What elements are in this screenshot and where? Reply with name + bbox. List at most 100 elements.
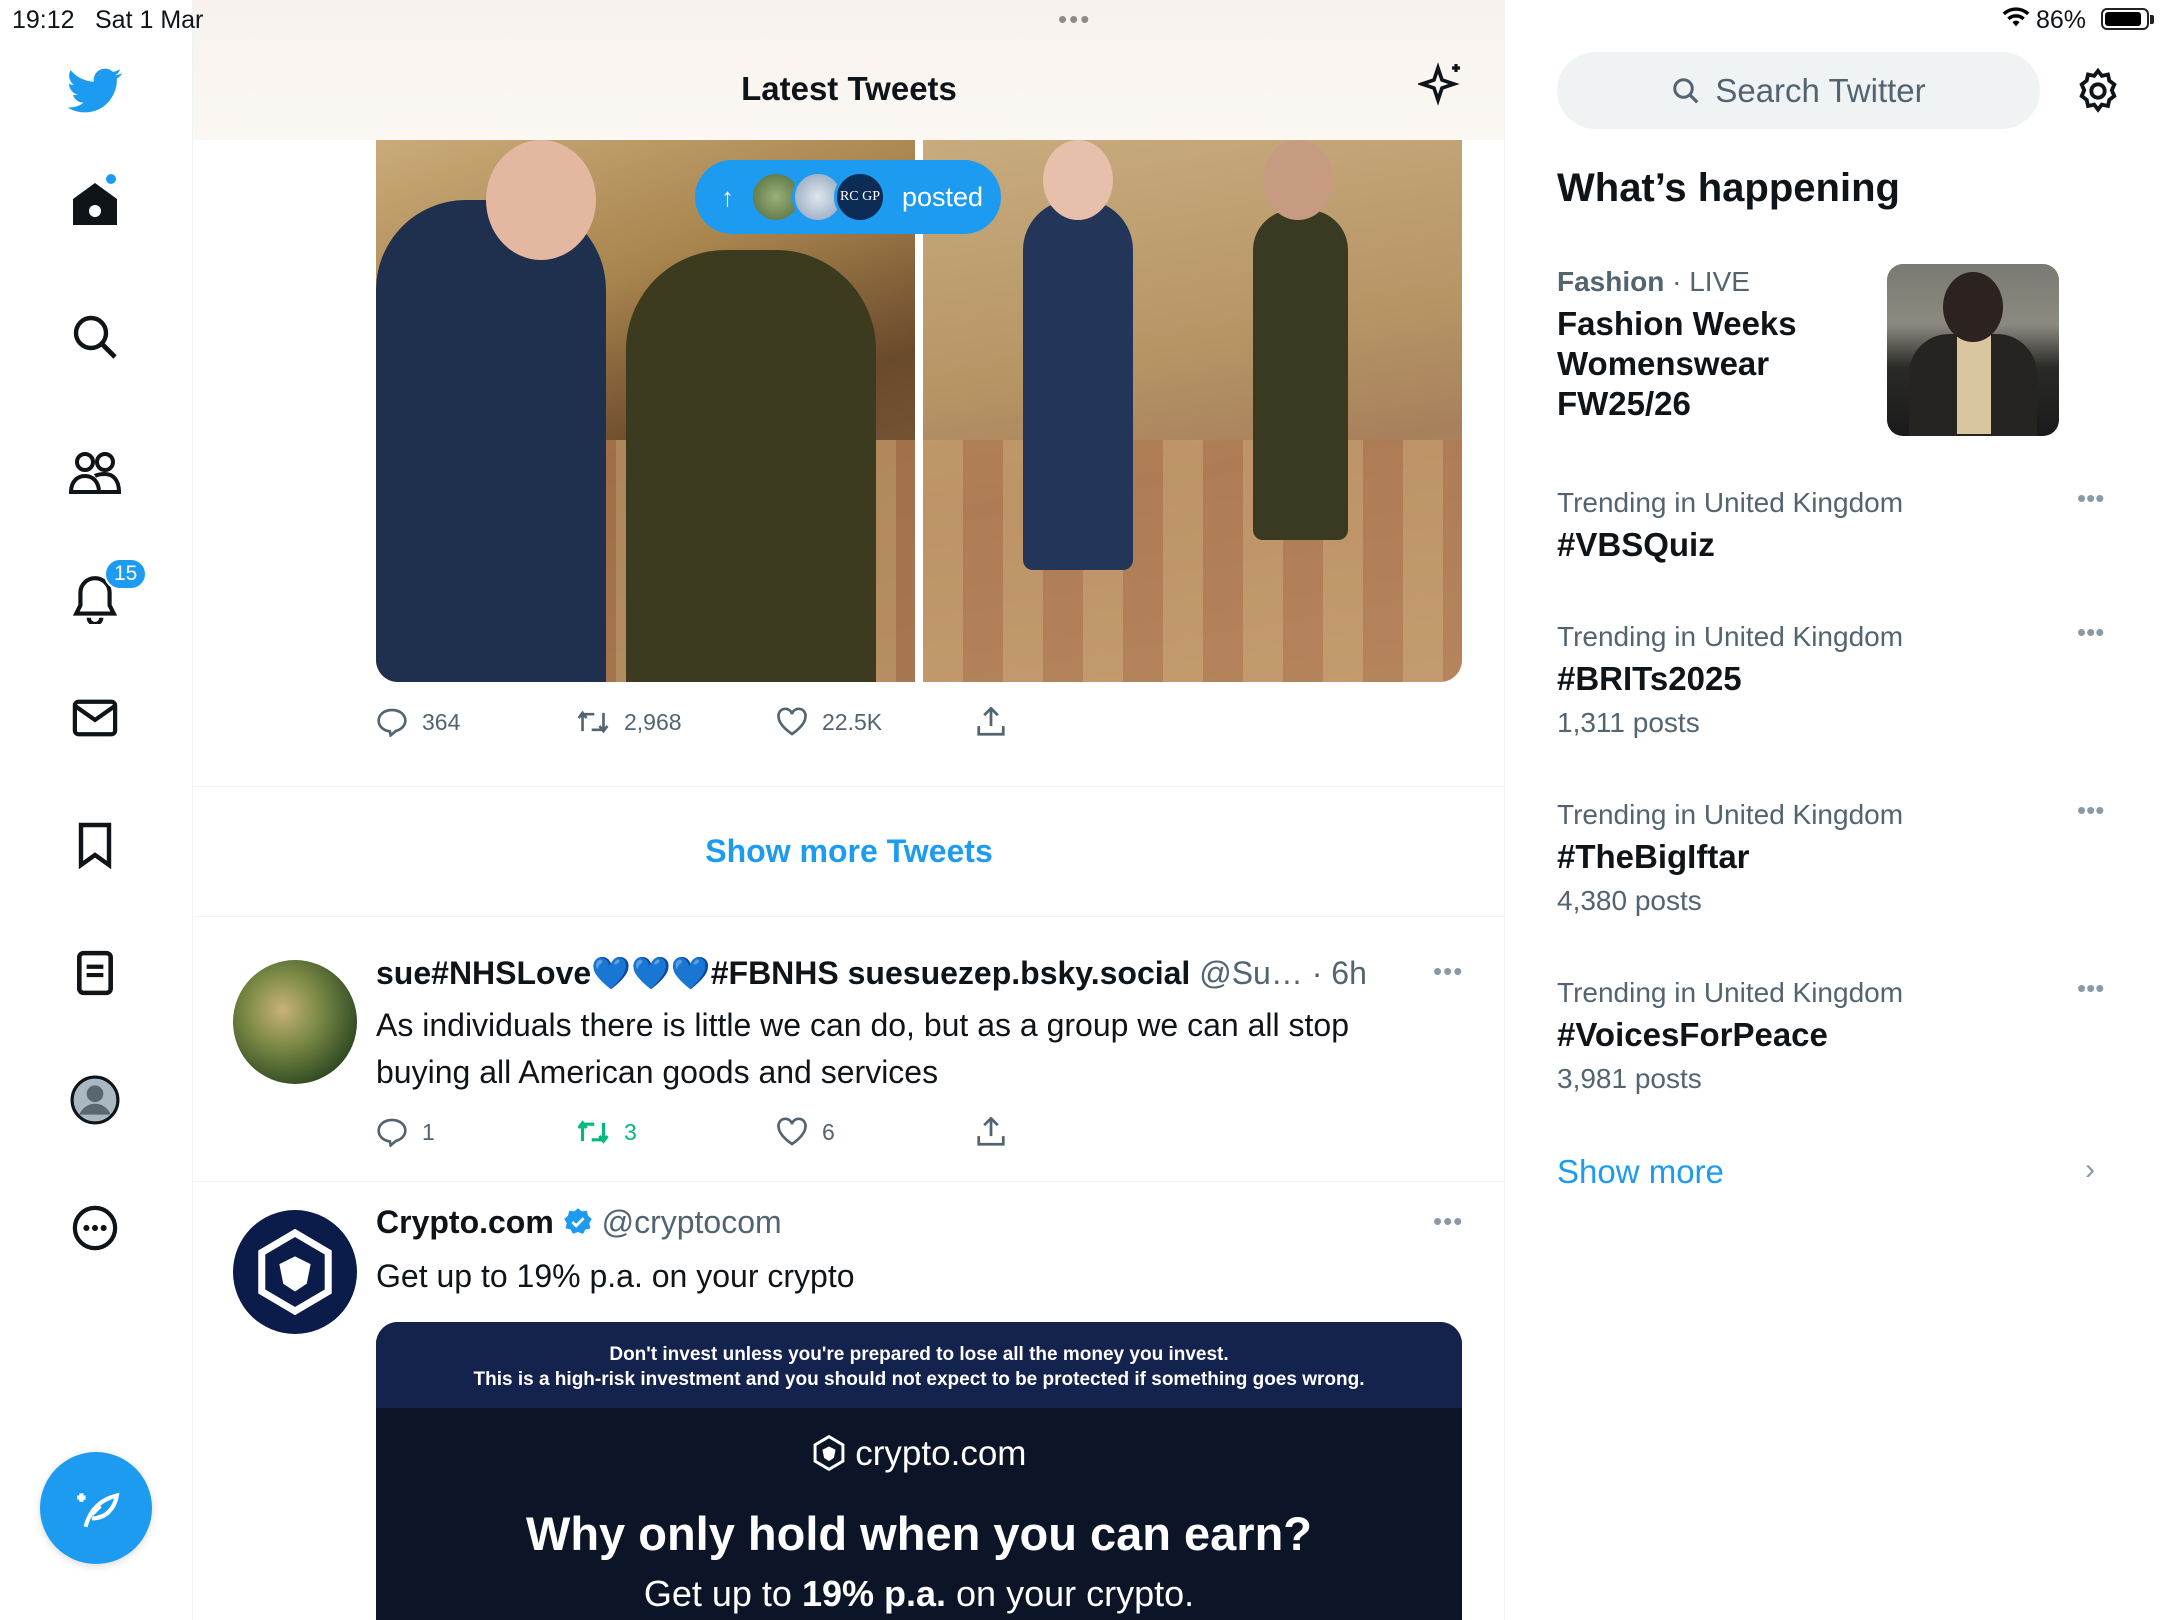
tweet-actions: 364 2,968 22.5K	[376, 702, 1376, 742]
trend-category: Trending in United Kingdom	[1557, 621, 1904, 652]
trend-item[interactable]: Trending in United Kingdom #VBSQuiz •••	[1557, 483, 2117, 565]
retweet-icon	[577, 710, 609, 734]
ad-brand-name: crypto.com	[855, 1434, 1027, 1473]
right-sidebar: Search Twitter What’s happening Fashion …	[1505, 0, 2160, 1620]
tweet-text: As individuals there is little we can do…	[376, 1007, 1349, 1090]
divider	[193, 916, 1504, 917]
tweet-actions: 1 3 6	[376, 1112, 1376, 1152]
nav-bookmarks-icon[interactable]	[62, 812, 128, 878]
trend-title: Fashion Weeks Womenswear FW25/26	[1557, 305, 1797, 422]
divider	[193, 786, 1504, 787]
chevron-right-icon: ›	[2085, 1153, 2095, 1186]
verified-badge-icon	[563, 1208, 592, 1234]
ad-subline-rate: 19% p.a.	[801, 1573, 947, 1614]
heart-icon	[777, 707, 807, 736]
search-icon	[1673, 77, 1699, 103]
search-placeholder: Search Twitter	[1715, 71, 1926, 109]
like-count: 22.5K	[822, 708, 883, 735]
arrow-up-icon: ↑	[721, 181, 734, 212]
trend-item[interactable]: Trending in United Kingdom #VoicesForPea…	[1557, 973, 2117, 1095]
tweet-more-button[interactable]: •••	[1433, 956, 1463, 987]
share-button[interactable]	[976, 707, 1006, 737]
trend-more-button[interactable]: •••	[2077, 795, 2104, 826]
trend-thumbnail[interactable]	[1887, 264, 2059, 436]
trend-category: Fashion	[1557, 266, 1665, 297]
trend-post-count: 3,981 posts	[1557, 1063, 1702, 1094]
tweet-time[interactable]: · 6h	[1312, 955, 1367, 991]
reply-button[interactable]: 1	[376, 1117, 435, 1147]
nav-messages-icon[interactable]	[62, 685, 128, 751]
page-title: Latest Tweets	[741, 70, 957, 107]
share-button[interactable]	[976, 1117, 1006, 1147]
ad-headline: Why only hold when you can earn?	[525, 1507, 1312, 1560]
tweet-handle[interactable]: @cryptocom	[602, 1204, 782, 1240]
show-more-trends-link[interactable]: Show more	[1557, 1153, 1724, 1191]
search-input[interactable]: Search Twitter	[1557, 52, 2040, 129]
tweet-more-button[interactable]: •••	[1433, 1206, 1463, 1237]
nav-lists-icon[interactable]	[62, 940, 128, 1006]
trend-name: #VoicesForPeace	[1557, 1016, 1828, 1053]
like-count: 6	[822, 1118, 835, 1145]
multitasking-dots[interactable]: •••	[1058, 4, 1091, 35]
ad-subline-post: on your crypto.	[946, 1573, 1195, 1614]
trend-more-button[interactable]: •••	[2077, 617, 2104, 648]
settings-gear-icon[interactable]	[2075, 67, 2121, 119]
live-label: · LIVE	[1672, 266, 1750, 297]
tweet-header: sue#NHSLove💙💙💙#FBNHS suesuezep.bsky.soci…	[376, 954, 1367, 992]
trend-item[interactable]: Trending in United Kingdom #BRITs2025 1,…	[1557, 617, 2117, 739]
twitter-logo-icon[interactable]	[62, 58, 128, 124]
reply-button[interactable]: 364	[376, 707, 460, 737]
trend-name: #VBSQuiz	[1557, 526, 1715, 563]
reply-count: 364	[422, 708, 461, 735]
sparkle-toggle-icon[interactable]	[1416, 62, 1466, 115]
tweet-author-avatar[interactable]	[233, 1210, 357, 1334]
nav-more-icon[interactable]	[62, 1195, 128, 1261]
tweet-display-name[interactable]: Crypto.com	[376, 1204, 554, 1240]
crypto-logo-icon	[813, 1434, 844, 1472]
retweet-active-icon	[577, 1120, 609, 1144]
trend-category: Trending in United Kingdom	[1557, 799, 1904, 830]
trend-category: Trending in United Kingdom	[1557, 977, 1904, 1008]
like-button[interactable]: 22.5K	[776, 707, 882, 737]
tweet-text: Get up to 19% p.a. on your crypto	[376, 1258, 855, 1294]
pill-avatar-3: RC GP	[834, 171, 886, 223]
ad-subline: Get up to 19% p.a. on your crypto.	[376, 1573, 1462, 1615]
nav-home-icon[interactable]	[62, 171, 128, 237]
trend-post-count: 4,380 posts	[1557, 885, 1702, 916]
reply-icon	[377, 1118, 407, 1147]
compose-tweet-button[interactable]	[40, 1452, 152, 1564]
risk-warning-line-2: This is a high-risk investment and you s…	[473, 1369, 1365, 1390]
status-date: Sat 1 Mar	[95, 6, 204, 34]
trend-item[interactable]: Trending in United Kingdom #TheBigIftar …	[1557, 795, 2117, 917]
nav-profile-avatar[interactable]	[62, 1067, 128, 1133]
tweet-photo-2[interactable]	[923, 140, 1462, 682]
heart-icon	[777, 1117, 807, 1146]
risk-warning-line-1: Don't invest unless you're prepared to l…	[609, 1344, 1229, 1365]
ad-brand-logo: crypto.com	[376, 1434, 1462, 1474]
status-bar: 19:12 Sat 1 Mar ••• 86%	[0, 0, 2160, 40]
tweet-display-name[interactable]: sue#NHSLove💙💙💙#FBNHS suesuezep.bsky.soci…	[376, 955, 1190, 991]
like-button[interactable]: 6	[776, 1117, 835, 1147]
retweet-button[interactable]: 2,968	[576, 708, 682, 736]
new-posts-pill[interactable]: ↑ RC GP posted	[695, 160, 1001, 234]
trend-more-button[interactable]: •••	[2077, 973, 2104, 1004]
ad-subline-pre: Get up to	[643, 1573, 802, 1614]
tweet-author-avatar[interactable]	[233, 960, 357, 1084]
promoted-media-card[interactable]: Don't invest unless you're prepared to l…	[376, 1322, 1462, 1620]
tweet-header: Crypto.com @cryptocom	[376, 1204, 782, 1241]
trend-more-button[interactable]: •••	[2077, 483, 2104, 514]
share-icon	[977, 1117, 1005, 1146]
trend-category: Trending in United Kingdom	[1557, 487, 1904, 518]
battery-percent: 86%	[2036, 6, 2087, 34]
show-more-tweets-link[interactable]: Show more Tweets	[193, 833, 1504, 870]
retweet-count: 3	[624, 1118, 637, 1145]
retweet-button[interactable]: 3	[576, 1118, 637, 1146]
reply-count: 1	[422, 1118, 435, 1145]
nav-explore-icon[interactable]	[62, 304, 128, 370]
pill-label: posted	[902, 181, 984, 212]
nav-communities-icon[interactable]	[62, 440, 128, 506]
battery-icon	[2101, 8, 2154, 30]
share-icon	[977, 707, 1005, 736]
tweet-handle[interactable]: @Su…	[1199, 955, 1303, 991]
compose-feather-icon	[77, 1492, 120, 1528]
